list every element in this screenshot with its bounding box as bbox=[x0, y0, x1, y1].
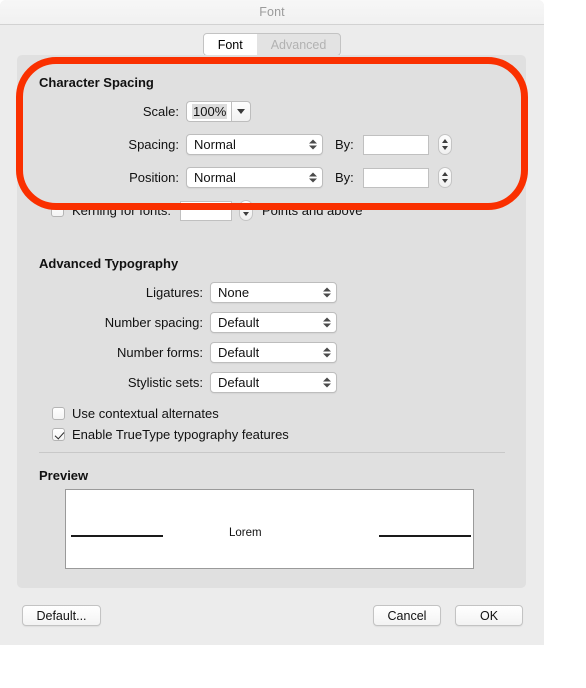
preview-box: Lorem bbox=[65, 489, 474, 569]
scale-row: Scale: 100% bbox=[39, 101, 499, 122]
spacing-by-input[interactable] bbox=[362, 134, 429, 155]
scale-combobox[interactable]: 100% bbox=[186, 101, 252, 122]
tab-font[interactable]: Font bbox=[203, 34, 257, 55]
enable-truetype-checkbox[interactable] bbox=[52, 428, 65, 441]
updown-chevrons-icon bbox=[322, 375, 331, 390]
scale-value-text: 100% bbox=[192, 104, 228, 119]
settings-panel: Character Spacing Scale: 100% Spacing: N… bbox=[17, 55, 526, 588]
preview-rule-left bbox=[71, 535, 163, 537]
stylistic-sets-value: Default bbox=[218, 375, 260, 390]
preview-divider bbox=[39, 452, 505, 453]
spacing-select[interactable]: Normal bbox=[186, 134, 323, 155]
cancel-button[interactable]: Cancel bbox=[373, 605, 441, 626]
spacing-row: Spacing: Normal By: bbox=[39, 134, 509, 155]
window-title: Font bbox=[259, 5, 285, 19]
number-forms-row: Number forms: Default bbox=[39, 342, 337, 363]
ok-button[interactable]: OK bbox=[455, 605, 523, 626]
spacing-by-label: By: bbox=[335, 137, 354, 152]
number-forms-label: Number forms: bbox=[117, 345, 203, 360]
updown-chevrons-icon bbox=[322, 285, 331, 300]
ligatures-label: Ligatures: bbox=[145, 285, 203, 300]
number-spacing-value: Default bbox=[218, 315, 260, 330]
kerning-checkbox[interactable] bbox=[51, 204, 64, 217]
scale-value-input[interactable]: 100% bbox=[186, 101, 232, 122]
stylistic-sets-select[interactable]: Default bbox=[210, 372, 337, 393]
chevron-down-icon bbox=[237, 109, 246, 114]
scale-label: Scale: bbox=[142, 104, 179, 119]
position-by-label: By: bbox=[335, 170, 354, 185]
ligatures-row: Ligatures: None bbox=[39, 282, 337, 303]
spacing-by-stepper[interactable] bbox=[437, 134, 452, 155]
preview-rule-right bbox=[379, 535, 471, 537]
use-contextual-alternates-label: Use contextual alternates bbox=[72, 406, 219, 421]
kerning-label: Kerning for fonts: bbox=[72, 203, 171, 218]
spacing-label: Spacing: bbox=[128, 137, 179, 152]
character-spacing-heading: Character Spacing bbox=[39, 75, 154, 90]
font-dialog-window: Font Font Advanced Character Spacing Sca… bbox=[0, 0, 544, 645]
position-label: Position: bbox=[129, 170, 179, 185]
kerning-row: Kerning for fonts: Points and above bbox=[51, 200, 521, 221]
updown-chevrons-icon bbox=[308, 137, 317, 152]
position-value: Normal bbox=[194, 170, 236, 185]
updown-chevrons-icon bbox=[322, 345, 331, 360]
use-contextual-alternates-checkbox[interactable] bbox=[52, 407, 65, 420]
kerning-suffix-label: Points and above bbox=[262, 203, 363, 218]
updown-chevrons-icon bbox=[308, 170, 317, 185]
position-by-input[interactable] bbox=[362, 167, 429, 188]
position-row: Position: Normal By: bbox=[39, 167, 509, 188]
number-forms-value: Default bbox=[218, 345, 260, 360]
window-titlebar: Font bbox=[0, 0, 544, 25]
ligatures-value: None bbox=[218, 285, 250, 300]
advanced-typography-heading: Advanced Typography bbox=[39, 256, 179, 271]
number-forms-select[interactable]: Default bbox=[210, 342, 337, 363]
number-spacing-row: Number spacing: Default bbox=[39, 312, 337, 333]
enable-truetype-row[interactable]: Enable TrueType typography features bbox=[52, 427, 289, 442]
stylistic-sets-row: Stylistic sets: Default bbox=[39, 372, 337, 393]
kerning-points-input[interactable] bbox=[180, 200, 232, 221]
spacing-value: Normal bbox=[194, 137, 236, 152]
enable-truetype-label: Enable TrueType typography features bbox=[72, 427, 289, 442]
stylistic-sets-label: Stylistic sets: bbox=[127, 375, 203, 390]
updown-chevrons-icon bbox=[322, 315, 331, 330]
preview-content: Lorem bbox=[66, 490, 473, 568]
use-contextual-alternates-row[interactable]: Use contextual alternates bbox=[52, 406, 219, 421]
number-spacing-select[interactable]: Default bbox=[210, 312, 337, 333]
tabbar: Font Advanced bbox=[202, 33, 342, 56]
preview-sample-text: Lorem bbox=[229, 527, 262, 539]
position-by-stepper[interactable] bbox=[437, 167, 452, 188]
position-select[interactable]: Normal bbox=[186, 167, 323, 188]
number-spacing-label: Number spacing: bbox=[104, 315, 203, 330]
preview-heading: Preview bbox=[39, 468, 89, 483]
default-button[interactable]: Default... bbox=[22, 605, 101, 626]
scale-dropdown-button[interactable] bbox=[231, 101, 252, 122]
ligatures-select[interactable]: None bbox=[210, 282, 337, 303]
tab-advanced[interactable]: Advanced bbox=[257, 34, 341, 55]
kerning-stepper[interactable] bbox=[239, 200, 253, 221]
